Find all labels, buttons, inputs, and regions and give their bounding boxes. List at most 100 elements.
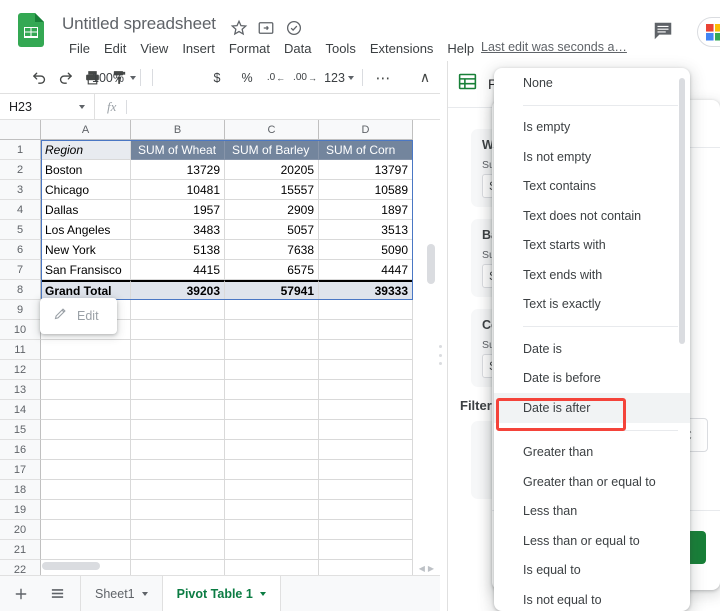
pivot-header-cell[interactable]: SUM of Wheat [131, 140, 225, 160]
grid-cell-empty[interactable] [319, 520, 413, 540]
grid-cell-empty[interactable] [225, 380, 319, 400]
menu-format[interactable]: Format [222, 38, 277, 60]
grid-cell-empty[interactable] [41, 540, 131, 560]
dropdown-item-none[interactable]: None [494, 68, 690, 98]
sheet-tab-pivot-table-1[interactable]: Pivot Table 1 [162, 576, 281, 611]
grid-cell-empty[interactable] [41, 500, 131, 520]
panel-resize-handle[interactable] [437, 345, 443, 365]
pivot-data-cell[interactable]: Boston [41, 160, 131, 180]
pivot-edit-button[interactable]: Edit [40, 298, 117, 334]
pivot-data-cell[interactable]: 5138 [131, 240, 225, 260]
grid-cell-empty[interactable] [319, 460, 413, 480]
grid-cell-empty[interactable] [319, 480, 413, 500]
grid-cell-empty[interactable] [131, 520, 225, 540]
grid-cell-empty[interactable] [225, 560, 319, 575]
dropdown-item-less-than[interactable]: Less than [494, 497, 690, 527]
grid-cell-empty[interactable] [131, 320, 225, 340]
grid-cell-empty[interactable] [41, 340, 131, 360]
dropdown-item-text-is-exactly[interactable]: Text is exactly [494, 290, 690, 320]
column-header-d[interactable]: D [319, 120, 413, 140]
grid-cell-empty[interactable] [225, 500, 319, 520]
row-header-18[interactable]: 18 [0, 480, 41, 500]
column-header-b[interactable]: B [131, 120, 225, 140]
pivot-data-cell[interactable]: 5090 [319, 240, 413, 260]
grid-cell-empty[interactable] [41, 380, 131, 400]
dropdown-item-text-contains[interactable]: Text contains [494, 172, 690, 202]
row-header-2[interactable]: 2 [0, 160, 41, 180]
dropdown-item-text-does-not-contain[interactable]: Text does not contain [494, 201, 690, 231]
grid-cell-empty[interactable] [131, 340, 225, 360]
row-header-14[interactable]: 14 [0, 400, 41, 420]
pivot-data-cell[interactable]: New York [41, 240, 131, 260]
pivot-data-cell[interactable]: 1957 [131, 200, 225, 220]
pivot-data-cell[interactable]: Dallas [41, 200, 131, 220]
grid-cell-empty[interactable] [131, 440, 225, 460]
pivot-data-cell[interactable]: 4447 [319, 260, 413, 280]
dropdown-scrollbar-thumb[interactable] [679, 78, 685, 344]
more-options-button[interactable]: ⋯ [372, 67, 394, 88]
pivot-data-cell[interactable]: 6575 [225, 260, 319, 280]
add-sheet-button[interactable] [6, 579, 36, 609]
menu-insert[interactable]: Insert [175, 38, 222, 60]
all-sheets-button[interactable] [42, 579, 72, 609]
grid-cell-empty[interactable] [41, 460, 131, 480]
grid-cell-empty[interactable] [225, 460, 319, 480]
pivot-data-cell[interactable]: 7638 [225, 240, 319, 260]
dropdown-item-is-not-empty[interactable]: Is not empty [494, 142, 690, 172]
grid-cell-empty[interactable] [225, 300, 319, 320]
grid-cell-empty[interactable] [131, 540, 225, 560]
grid-cell-empty[interactable] [131, 380, 225, 400]
move-to-folder-icon[interactable] [257, 19, 275, 37]
dropdown-item-text-ends-with[interactable]: Text ends with [494, 260, 690, 290]
scroll-right-icon[interactable]: ▶ [428, 564, 434, 573]
grid-cell-empty[interactable] [41, 400, 131, 420]
dropdown-item-is-empty[interactable]: Is empty [494, 113, 690, 143]
dropdown-item-date-is-after[interactable]: Date is after [494, 393, 690, 423]
grid-cell-empty[interactable] [319, 300, 413, 320]
grid-cell-empty[interactable] [319, 540, 413, 560]
grid-cell-empty[interactable] [319, 440, 413, 460]
grid-cell-empty[interactable] [319, 560, 413, 575]
document-title[interactable]: Untitled spreadsheet [62, 14, 216, 34]
pivot-data-cell[interactable]: Chicago [41, 180, 131, 200]
sheet-tab-sheet1[interactable]: Sheet1 [80, 576, 162, 611]
grid-cell-empty[interactable] [225, 420, 319, 440]
row-header-8[interactable]: 8 [0, 280, 41, 300]
row-header-22[interactable]: 22 [0, 560, 41, 575]
dropdown-item-text-starts-with[interactable]: Text starts with [494, 231, 690, 261]
row-header-21[interactable]: 21 [0, 540, 41, 560]
row-header-16[interactable]: 16 [0, 440, 41, 460]
chevron-down-icon[interactable] [260, 592, 266, 596]
dropdown-item-is-equal-to[interactable]: Is equal to [494, 556, 690, 586]
pivot-total-cell[interactable]: 57941 [225, 280, 319, 300]
grid-cell-empty[interactable] [319, 500, 413, 520]
pivot-data-cell[interactable]: 15557 [225, 180, 319, 200]
grid-cell-empty[interactable] [225, 440, 319, 460]
row-header-12[interactable]: 12 [0, 360, 41, 380]
row-header-20[interactable]: 20 [0, 520, 41, 540]
dropdown-item-greater-than[interactable]: Greater than [494, 438, 690, 468]
grid-cell-empty[interactable] [319, 380, 413, 400]
dropdown-item-date-is[interactable]: Date is [494, 334, 690, 364]
last-edit-status[interactable]: Last edit was seconds a… [481, 40, 627, 54]
row-header-17[interactable]: 17 [0, 460, 41, 480]
grid-cell-empty[interactable] [319, 360, 413, 380]
grid-cell-empty[interactable] [131, 420, 225, 440]
pivot-header-cell[interactable]: SUM of Barley [225, 140, 319, 160]
pivot-data-cell[interactable]: Los Angeles [41, 220, 131, 240]
select-all-corner[interactable] [0, 120, 41, 140]
pivot-total-cell[interactable]: 39203 [131, 280, 225, 300]
row-header-13[interactable]: 13 [0, 380, 41, 400]
column-header-a[interactable]: A [41, 120, 131, 140]
pivot-data-cell[interactable]: 5057 [225, 220, 319, 240]
grid-cell-empty[interactable] [131, 400, 225, 420]
menu-help[interactable]: Help [440, 38, 481, 60]
increase-decimal-button[interactable]: .00 → [292, 67, 318, 88]
row-header-3[interactable]: 3 [0, 180, 41, 200]
pivot-data-cell[interactable]: 4415 [131, 260, 225, 280]
row-header-5[interactable]: 5 [0, 220, 41, 240]
grid-cell-empty[interactable] [131, 560, 225, 575]
pivot-data-cell[interactable]: 1897 [319, 200, 413, 220]
pivot-data-cell[interactable]: 10481 [131, 180, 225, 200]
dropdown-item-is-not-equal-to[interactable]: Is not equal to [494, 585, 690, 611]
